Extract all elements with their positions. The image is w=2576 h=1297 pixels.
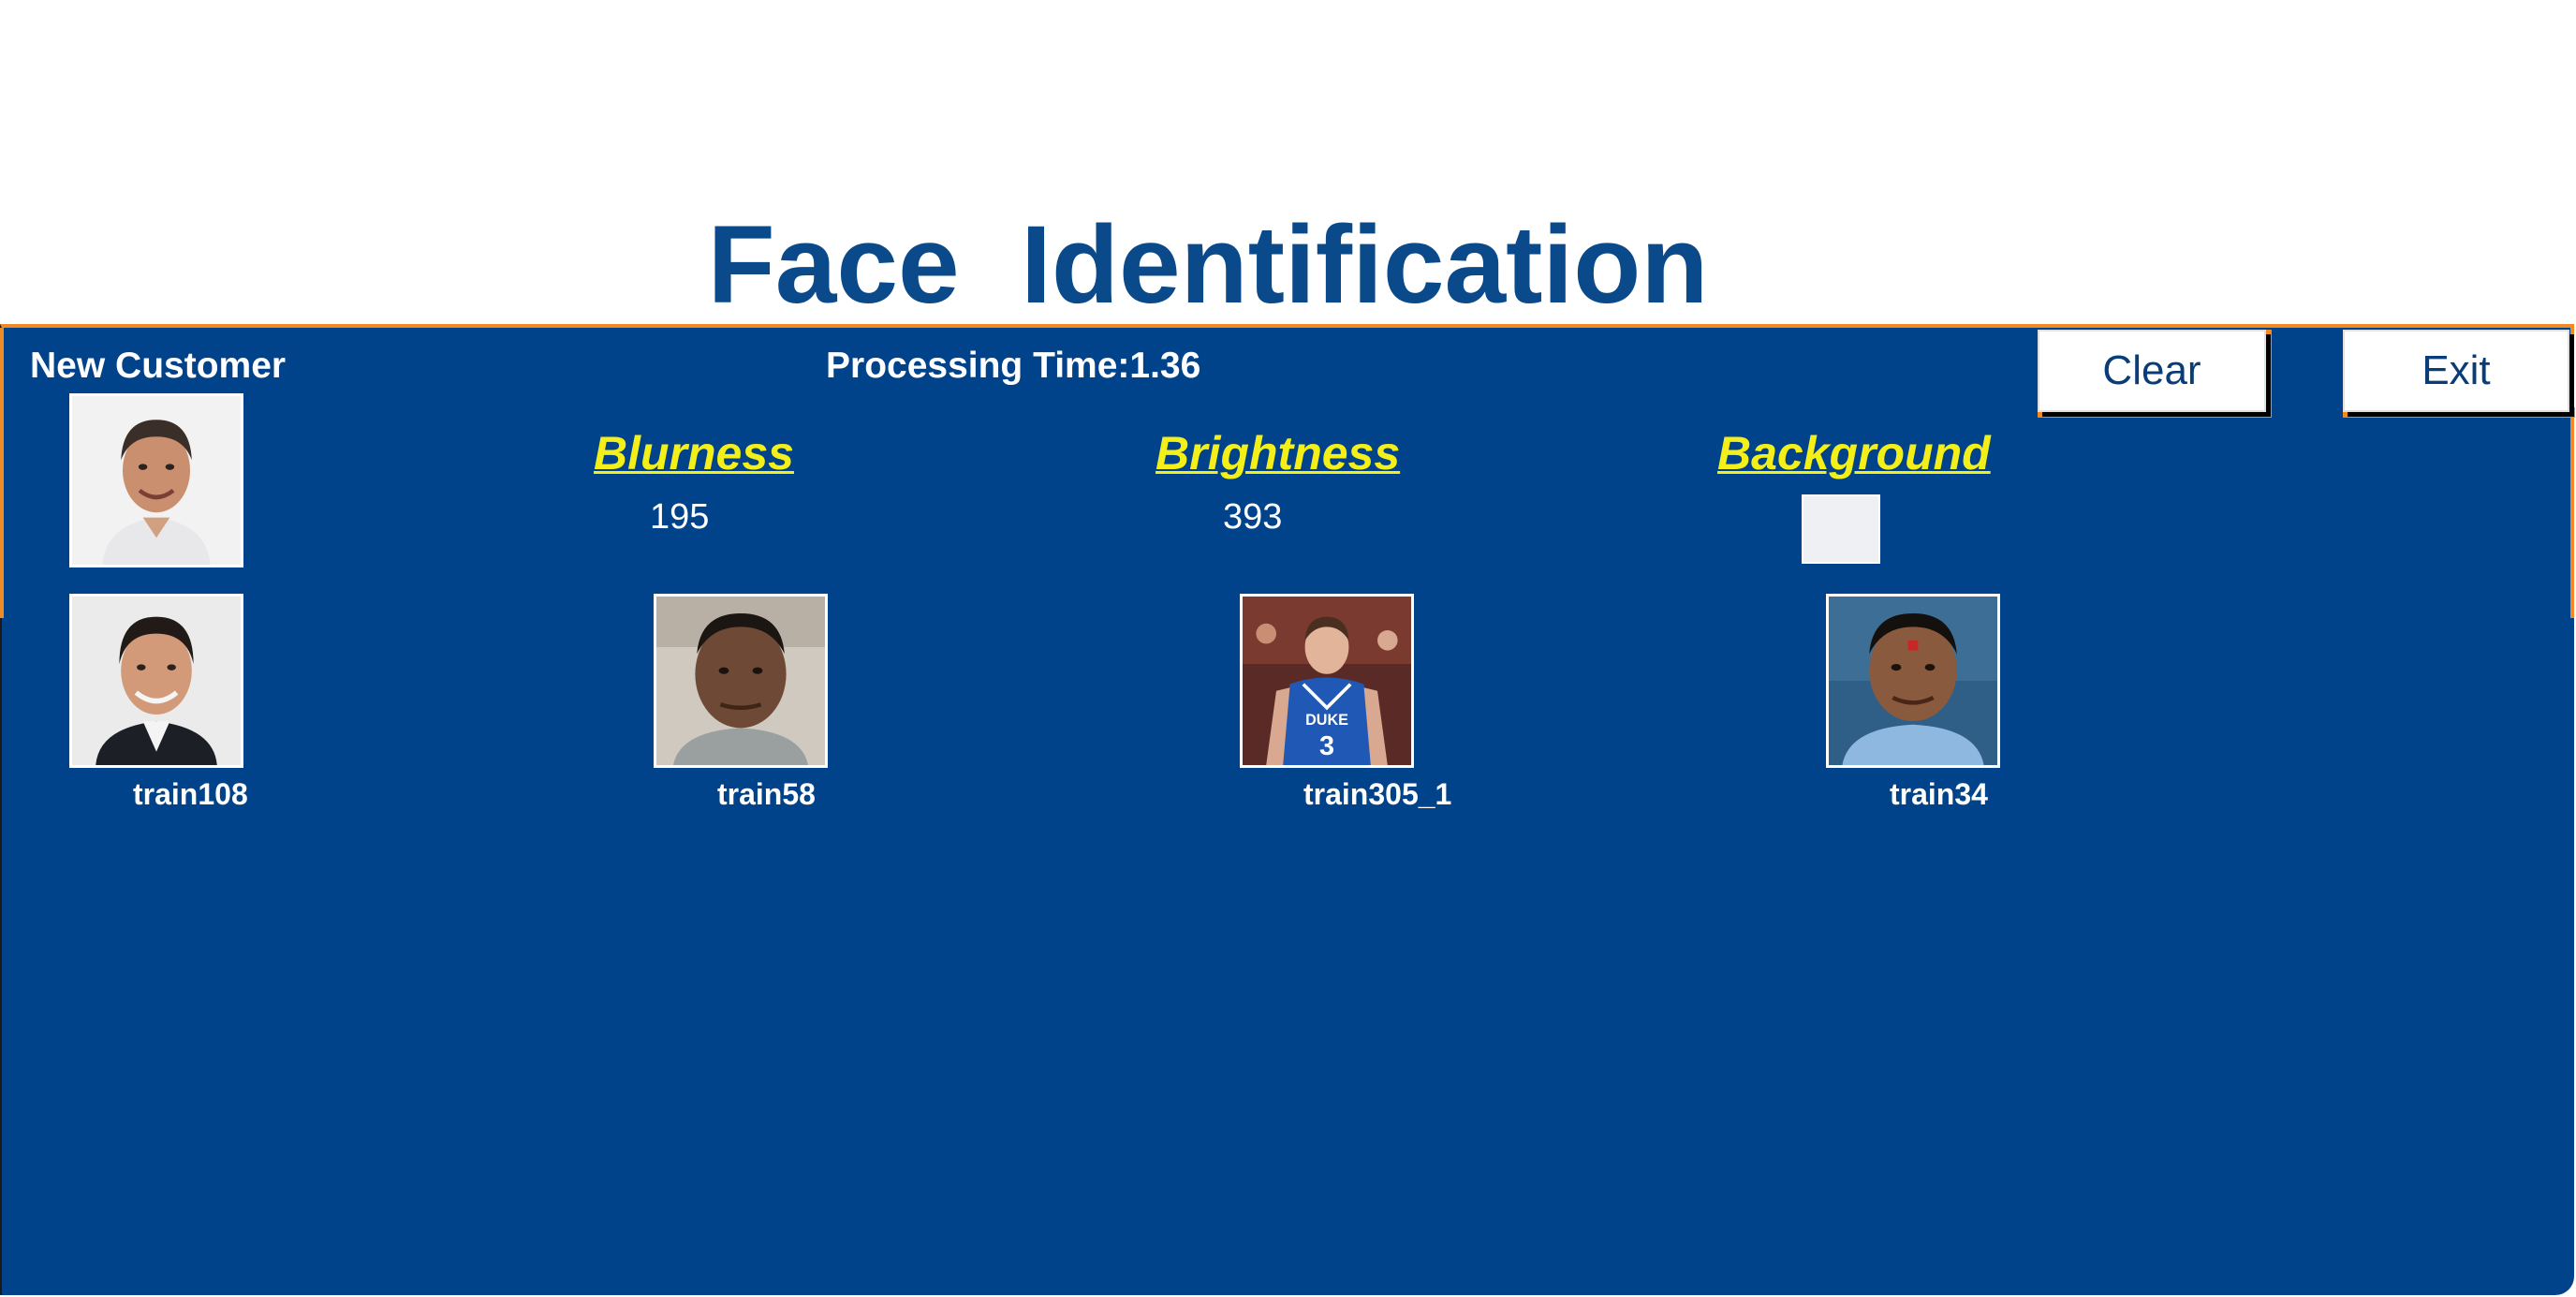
customer-photo xyxy=(69,393,243,567)
match-face-image xyxy=(1829,597,1997,765)
match-name-2: train58 xyxy=(717,777,816,811)
svg-text:3: 3 xyxy=(1319,731,1334,761)
clear-button-accent-side xyxy=(2266,330,2272,418)
blurness-heading: Blurness xyxy=(594,427,794,479)
match-face-image xyxy=(656,597,825,765)
blurness-value: 195 xyxy=(650,497,710,537)
match-face-image xyxy=(72,597,241,765)
brightness-value: 393 xyxy=(1223,497,1283,537)
panel-accent-left xyxy=(0,328,4,618)
match-name-3: train305_1 xyxy=(1303,777,1452,811)
processing-time-label: Processing Time:1.36 xyxy=(826,346,1201,386)
panel-accent-right xyxy=(2570,328,2574,618)
background-heading: Background xyxy=(1717,427,1991,479)
match-face-image: DUKE 3 xyxy=(1243,597,1411,765)
new-customer-label: New Customer xyxy=(30,346,287,386)
match-name-1: train108 xyxy=(133,777,248,811)
match-photo-3: DUKE 3 xyxy=(1240,594,1414,768)
match-photo-2 xyxy=(654,594,828,768)
brightness-heading: Brightness xyxy=(1156,427,1401,479)
match-name-4: train34 xyxy=(1890,777,1988,811)
page-title: Face Identification xyxy=(707,203,1709,327)
match-photo-4 xyxy=(1826,594,2000,768)
customer-face-image xyxy=(72,396,241,565)
clear-button[interactable]: Clear xyxy=(2038,330,2266,412)
exit-button[interactable]: Exit xyxy=(2343,330,2569,412)
svg-text:DUKE: DUKE xyxy=(1305,712,1348,729)
background-swatch xyxy=(1802,494,1880,564)
match-photo-1 xyxy=(69,594,243,768)
